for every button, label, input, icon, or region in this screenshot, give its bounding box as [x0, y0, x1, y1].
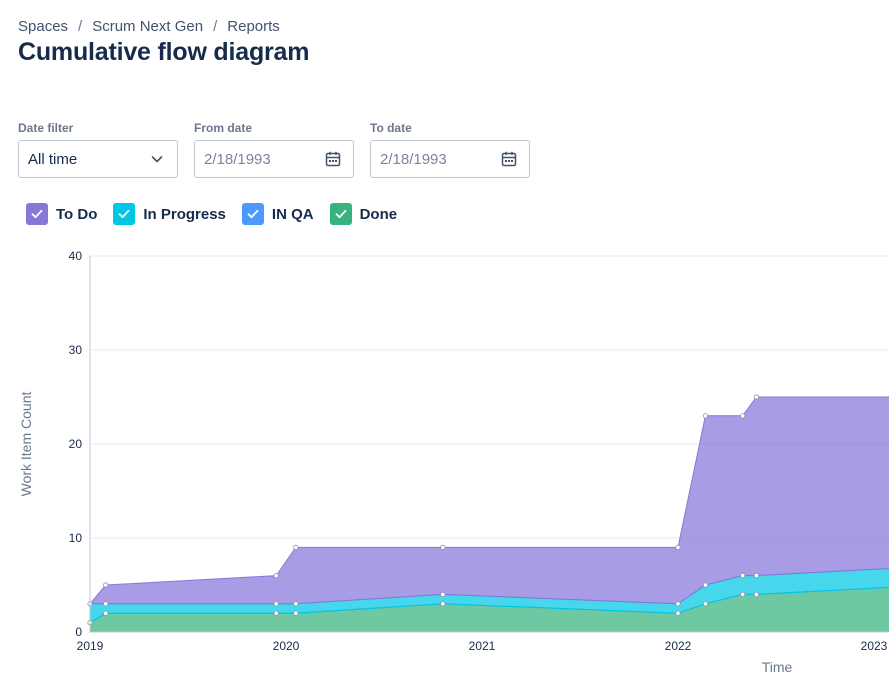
date-filter-value: All time	[28, 150, 78, 168]
date-filter-select[interactable]: All time	[18, 140, 178, 178]
legend-item-done[interactable]: Done	[329, 203, 398, 225]
data-point-to-do	[293, 544, 299, 550]
data-point-in-progress	[675, 601, 681, 607]
data-point-to-do	[675, 544, 681, 550]
data-point-in-progress	[293, 601, 299, 607]
breadcrumb-separator: /	[213, 18, 218, 35]
data-point-done	[753, 591, 760, 597]
data-point-done	[293, 610, 299, 616]
from-date-value: 2/18/1993	[204, 150, 271, 168]
legend-item-to-do[interactable]: To Do	[26, 203, 97, 225]
area-to-do	[88, 396, 889, 605]
data-point-to-do	[440, 544, 446, 550]
data-point-done	[740, 591, 746, 597]
from-date-label: From date	[194, 121, 253, 135]
from-date-input[interactable]: 2/18/1993	[194, 140, 354, 178]
cumulative-flow-chart: 0 10 20 30 40 2019 2020 2021 2022 2023 Time Work It…	[18, 249, 889, 675]
data-point-in-progress	[440, 591, 446, 597]
checkbox-icon[interactable]	[241, 203, 264, 225]
data-point-done	[440, 601, 446, 607]
data-point-to-do	[753, 394, 760, 400]
y-axis-title: Work Item Count	[18, 392, 34, 497]
y-tick-label: 20	[69, 437, 83, 451]
legend-label: Done	[359, 205, 398, 223]
breadcrumb-spaces[interactable]: Spaces	[18, 18, 68, 35]
data-point-in-progress	[702, 582, 709, 588]
data-point-done	[675, 610, 681, 616]
x-tick-label: 2019	[77, 639, 104, 653]
data-point-to-do	[702, 413, 709, 419]
y-tick-label: 10	[69, 531, 83, 545]
data-point-done	[702, 601, 709, 607]
y-tick-label: 30	[69, 343, 83, 357]
x-tick-label: 2020	[273, 639, 300, 653]
data-point-done	[103, 610, 109, 616]
legend-item-in-qa[interactable]: IN QA	[241, 203, 314, 225]
legend-label: In Progress	[143, 205, 226, 223]
data-point-in-progress	[273, 601, 279, 607]
x-tick-label: 2023	[861, 639, 888, 653]
to-date-value: 2/18/1993	[380, 150, 447, 168]
checkbox-icon[interactable]	[113, 203, 136, 225]
x-axis-title: Time	[762, 659, 793, 675]
breadcrumb-reports[interactable]: Reports	[227, 18, 280, 35]
legend-item-in-progress[interactable]: In Progress	[113, 203, 226, 225]
x-tick-label: 2022	[665, 639, 692, 653]
legend-label: To Do	[56, 205, 98, 223]
calendar-icon[interactable]	[325, 151, 341, 167]
data-point-to-do	[273, 572, 279, 579]
data-point-in-progress	[103, 601, 109, 607]
calendar-icon[interactable]	[501, 151, 517, 167]
y-tick-label: 40	[69, 249, 83, 263]
page-title: Cumulative flow diagram	[18, 38, 310, 66]
checkbox-icon[interactable]	[26, 203, 48, 225]
y-tick-label: 0	[75, 625, 82, 639]
chart-legend: To Do In Progress IN QA Done	[26, 203, 413, 225]
breadcrumb-scrum-next-gen[interactable]: Scrum Next Gen	[92, 18, 203, 35]
chevron-down-icon	[149, 151, 165, 167]
legend-label: IN QA	[271, 205, 314, 223]
data-point-in-progress	[753, 572, 760, 579]
breadcrumb-separator: /	[78, 18, 83, 35]
data-point-to-do	[103, 582, 109, 588]
x-tick-label: 2021	[469, 639, 496, 653]
to-date-label: To date	[370, 121, 412, 135]
data-point-to-do	[740, 413, 746, 419]
data-point-done	[273, 610, 279, 616]
to-date-input[interactable]: 2/18/1993	[370, 140, 530, 178]
data-point-in-progress	[740, 572, 746, 579]
checkbox-icon[interactable]	[329, 203, 352, 225]
breadcrumb: Spaces / Scrum Next Gen / Reports	[18, 18, 280, 35]
date-filter-label: Date filter	[18, 121, 74, 135]
